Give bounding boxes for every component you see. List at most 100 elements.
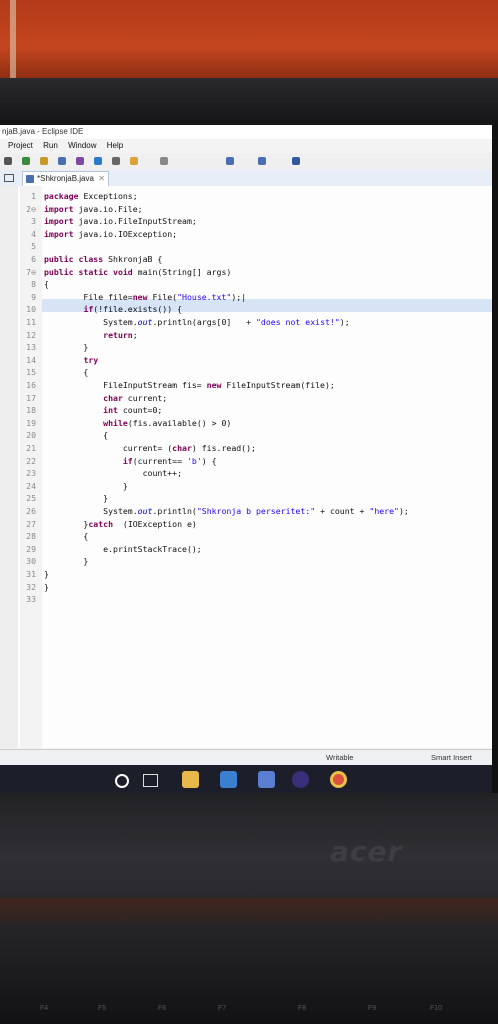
line-number: 3 <box>31 216 36 227</box>
code-token: import <box>44 216 74 227</box>
monitor-top-bezel <box>0 78 498 125</box>
debug-icon[interactable] <box>4 157 12 165</box>
code-token: { <box>44 279 49 290</box>
code-token: public class <box>44 254 104 264</box>
line-number: 9 <box>31 291 36 302</box>
line-number: 20 <box>26 430 36 441</box>
function-keys: F4 F5 F6 F7 F8 F9 F10 <box>0 1005 498 1019</box>
tab-shkronjab[interactable]: *ShkronjaB.java ✕ <box>22 171 109 186</box>
code-token: try <box>83 354 99 365</box>
code-line: 33 <box>22 593 44 606</box>
code-token: ) { <box>201 455 217 466</box>
line-number: 25 <box>26 493 36 504</box>
code-line: 11 System.out.println(args[0] + "does no… <box>22 316 350 329</box>
chrome-icon[interactable] <box>330 771 347 788</box>
new-icon[interactable] <box>40 157 48 165</box>
toolbar <box>0 154 492 171</box>
line-number: 6 <box>31 254 36 264</box>
code-token: new <box>132 291 148 302</box>
code-token: new <box>206 380 222 390</box>
store-icon[interactable] <box>258 771 275 788</box>
close-icon[interactable]: ✕ <box>98 172 105 186</box>
code-token: ); <box>398 506 409 516</box>
line-number: 16 <box>26 380 36 390</box>
save-icon[interactable] <box>112 157 120 165</box>
code-token: ShkronjaB { <box>103 254 163 264</box>
overview-ruler <box>0 186 18 748</box>
code-token: main(String[] args) <box>132 266 232 277</box>
code-line: 2⊖ import java.io.File; <box>22 203 142 216</box>
code-token: System. <box>44 506 138 516</box>
code-line: 13 } <box>22 341 88 354</box>
code-line: 14 try <box>22 354 98 367</box>
next-annotation-icon[interactable] <box>160 157 168 165</box>
code-token: if <box>83 304 94 315</box>
mail-icon[interactable] <box>220 771 237 788</box>
code-line: 5 <box>22 240 44 253</box>
run-icon[interactable] <box>22 157 30 165</box>
minimize-icon[interactable] <box>4 174 14 182</box>
code-token: (fis.available() > 0) <box>127 417 232 428</box>
line-number: 26 <box>26 506 36 516</box>
code-token: } <box>44 493 109 504</box>
code-token: ); <box>339 317 350 327</box>
code-token: java.io.FileInputStream; <box>73 216 197 227</box>
code-token: System. <box>44 317 138 327</box>
code-line: 3 import java.io.FileInputStream; <box>22 215 197 228</box>
code-token: current= ( <box>44 443 173 453</box>
file-explorer-icon[interactable] <box>182 771 199 788</box>
code-token: } <box>44 556 89 567</box>
code-token: 'b' <box>186 455 202 466</box>
code-token: count=0; <box>117 405 163 416</box>
brand-logo: acer <box>330 835 403 868</box>
open-type-icon[interactable] <box>76 157 84 165</box>
code-token: e.printStackTrace(); <box>44 543 202 554</box>
menu-project[interactable]: Project <box>8 141 33 150</box>
forward-icon[interactable] <box>258 157 266 165</box>
line-number: 28 <box>26 531 36 542</box>
code-token: import <box>44 203 74 214</box>
line-number: 23 <box>26 468 36 479</box>
eclipse-icon[interactable] <box>292 771 309 788</box>
code-token: (current== <box>132 455 187 466</box>
line-number: 24 <box>26 480 36 491</box>
code-line: 16 FileInputStream fis= new FileInputStr… <box>22 379 335 392</box>
code-line: 31} <box>22 568 49 581</box>
code-editor[interactable]: 1 package Exceptions; 2⊖ import java.io.Fil… <box>0 186 492 748</box>
code-token: current; <box>122 392 168 403</box>
code-token: File( <box>147 291 178 302</box>
cortana-icon[interactable] <box>115 774 129 788</box>
code-token: } <box>44 518 89 529</box>
menu-bar: Project Run Window Help <box>0 139 492 153</box>
code-line: 19 while(fis.available() > 0) <box>22 417 231 430</box>
tab-label: *ShkronjaB.java <box>37 174 94 183</box>
hinge <box>0 898 498 924</box>
status-insert-mode: Smart Insert <box>431 753 472 762</box>
code-line: 32} <box>22 581 49 594</box>
menu-window[interactable]: Window <box>68 141 96 150</box>
code-token: } <box>44 581 49 592</box>
menu-help[interactable]: Help <box>107 141 123 150</box>
task-view-icon[interactable] <box>143 774 158 787</box>
terminal-icon[interactable] <box>292 157 300 165</box>
code-line: 28 { <box>22 530 88 543</box>
code-token: .println(args[0] + <box>152 317 256 327</box>
menu-run[interactable]: Run <box>43 141 58 150</box>
code-line: 24 } <box>22 480 128 493</box>
build-icon[interactable] <box>58 157 66 165</box>
wall-detail <box>10 0 16 78</box>
code-token: count++; <box>44 468 183 479</box>
search-icon[interactable] <box>94 157 102 165</box>
code-token: package <box>44 191 79 201</box>
code-token: int <box>103 405 118 416</box>
back-icon[interactable] <box>226 157 234 165</box>
line-number: 2⊖ <box>26 203 36 214</box>
fkey: F6 <box>158 1005 167 1012</box>
annotation-icon[interactable] <box>130 157 138 165</box>
editor-tab-bar: *ShkronjaB.java ✕ <box>0 170 492 187</box>
code-token: Exceptions; <box>78 191 138 201</box>
line-number: 21 <box>26 443 36 453</box>
